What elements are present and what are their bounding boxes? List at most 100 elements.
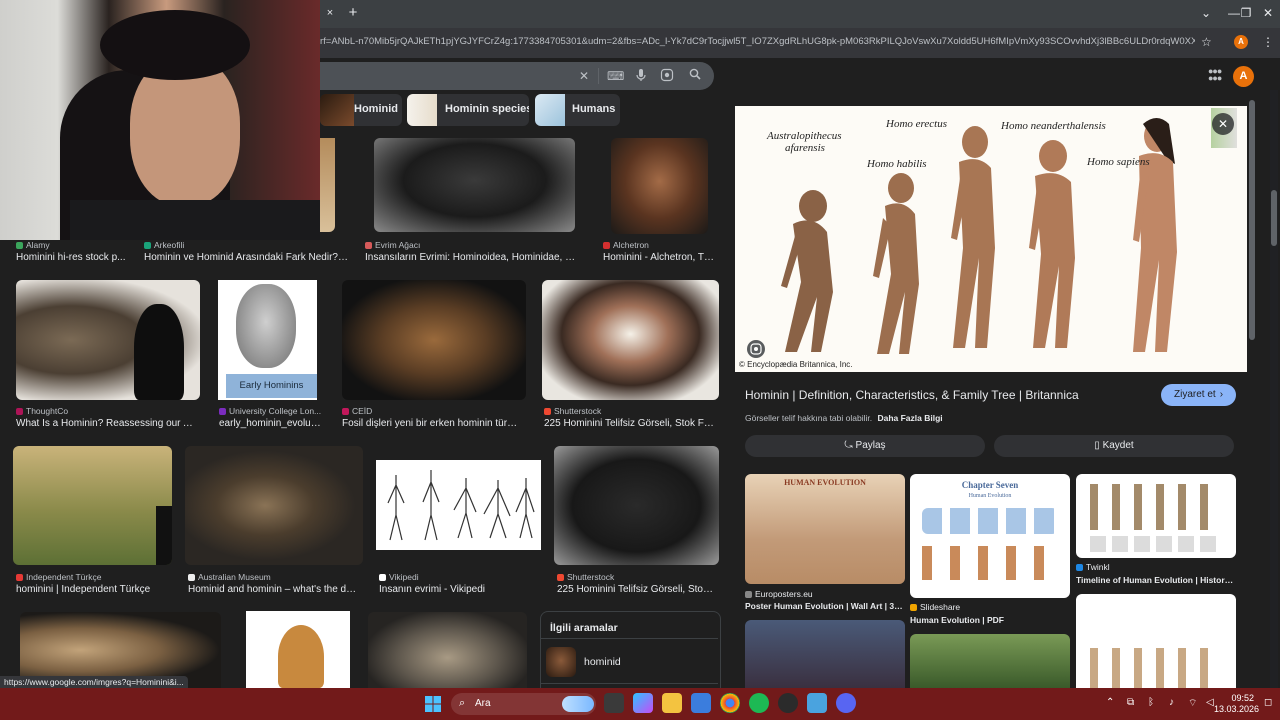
result-title[interactable]: Hominin ve Hominid Arasındaki Fark Nedir… <box>144 252 348 263</box>
similar-image[interactable] <box>745 620 905 688</box>
similar-title[interactable]: Timeline of Human Evolution | History &.… <box>1076 575 1236 585</box>
search-input[interactable] <box>320 62 714 90</box>
close-window-button[interactable]: ✕ <box>1258 5 1278 21</box>
close-panel-button[interactable]: ✕ <box>1212 113 1234 135</box>
similar-image[interactable] <box>910 634 1070 688</box>
mic-icon[interactable] <box>633 68 649 84</box>
chevron-down-icon[interactable]: ⌄ <box>1196 5 1216 21</box>
more-info-link[interactable]: Daha Fazla Bilgi <box>877 413 942 423</box>
clear-icon[interactable]: ✕ <box>576 68 592 84</box>
chip-hominin-species[interactable]: Hominin species <box>407 94 529 126</box>
url-field[interactable]: rf=ANbL-n70Mib5jrQAJkETh1pjYGJYFCrZ4g:17… <box>320 36 1195 50</box>
similar-image[interactable] <box>1076 594 1236 688</box>
result-image[interactable] <box>320 138 335 232</box>
figure-drawing <box>278 625 324 688</box>
similar-source: Slideshare <box>910 602 1060 612</box>
obs-icon[interactable] <box>807 693 827 713</box>
result-image[interactable] <box>376 460 541 550</box>
similar-image[interactable] <box>1076 474 1236 558</box>
new-tab-button[interactable]: + <box>346 5 360 21</box>
result-source: Shutterstock <box>544 406 664 416</box>
visit-button[interactable]: Ziyaret et › <box>1161 384 1236 406</box>
volume-icon[interactable]: ◁ <box>1206 697 1214 708</box>
chip-label: Humans <box>572 103 616 115</box>
mic-icon[interactable]: ♪ <box>1169 697 1174 708</box>
share-button[interactable]: ⤿ Paylaş <box>745 435 985 457</box>
chip-hominid[interactable]: Hominid <box>320 94 402 126</box>
preview-image[interactable]: Australopithecus afarensis Homo habilis … <box>735 106 1247 372</box>
file-explorer-icon[interactable] <box>662 693 682 713</box>
search-icon[interactable] <box>687 68 703 84</box>
save-button[interactable]: ▯ Kaydet <box>994 435 1234 457</box>
account-avatar[interactable]: A <box>1233 66 1254 87</box>
result-image[interactable] <box>342 280 526 400</box>
notification-icon[interactable]: ◻ <box>1264 697 1272 708</box>
result-image[interactable] <box>246 611 350 688</box>
bluetooth-icon[interactable]: ᛒ <box>1148 697 1154 708</box>
result-title[interactable]: Hominini - Alchetron, Th... <box>603 252 717 263</box>
result-title[interactable]: What Is a Hominin? Reassessing our An... <box>16 418 198 429</box>
similar-title[interactable]: Human Evolution | PDF <box>910 615 1070 625</box>
menu-icon[interactable]: ⋮ <box>1262 34 1274 50</box>
restore-button[interactable]: ❐ <box>1236 5 1256 21</box>
visit-label: Ziyaret et <box>1174 389 1216 400</box>
save-label: Kaydet <box>1102 440 1134 451</box>
chevron-up-icon[interactable]: ⌃ <box>1106 697 1114 708</box>
result-image[interactable] <box>374 138 575 232</box>
skulls-row <box>1090 536 1222 552</box>
windows-start-icon[interactable] <box>425 696 441 712</box>
result-image[interactable] <box>611 138 708 234</box>
result-source: University College Lon... <box>219 406 323 416</box>
related-item-hominid[interactable]: hominid <box>584 656 621 668</box>
related-thumbnail <box>546 647 576 677</box>
network-icon[interactable]: ⧉ <box>1127 697 1134 708</box>
copyright-text: Görseller telif hakkına tabi olabilir. <box>745 413 873 423</box>
discord-icon[interactable] <box>836 693 856 713</box>
similar-image[interactable]: Chapter Seven Human Evolution <box>910 474 1070 598</box>
result-image[interactable] <box>16 280 200 400</box>
store-icon[interactable] <box>691 693 711 713</box>
star-icon[interactable]: ☆ <box>1201 35 1215 49</box>
chip-label: Hominin species <box>445 103 529 115</box>
result-title[interactable]: early_hominin_evoluti... <box>219 418 323 429</box>
result-title[interactable]: 225 Hominini Telifsiz Görseli, Stok ... <box>557 584 717 595</box>
result-title[interactable]: Hominini hi-res stock p... <box>16 252 134 263</box>
result-source: ThoughtCo <box>16 406 136 416</box>
clock[interactable]: 09:52 13.03.2026 <box>1214 693 1259 715</box>
steam-icon[interactable] <box>778 693 798 713</box>
result-source: Alamy <box>16 240 136 250</box>
panel-scrollbar[interactable] <box>1249 100 1255 340</box>
figures-row <box>1090 484 1222 530</box>
result-title[interactable]: Hominid and hominin – what's the diff... <box>188 584 358 595</box>
result-image[interactable] <box>368 612 527 688</box>
chip-humans[interactable]: Humans <box>535 94 620 126</box>
widgets-icon[interactable] <box>633 693 653 713</box>
result-title[interactable]: hominini | Independent Türkçe <box>16 584 176 595</box>
result-image[interactable] <box>542 280 719 400</box>
similar-image[interactable]: HUMAN EVOLUTION <box>745 474 905 584</box>
image-overlay-label: Early Hominins <box>226 374 317 398</box>
wifi-icon[interactable]: ⌔ <box>1188 697 1197 710</box>
result-title[interactable]: 225 Hominini Telifsiz Görseli, Stok Fot.… <box>544 418 718 429</box>
result-title[interactable]: Fosil dişleri yeni bir erken hominin tür… <box>342 418 522 429</box>
result-image[interactable]: Early Hominins <box>218 280 317 400</box>
lens-icon[interactable] <box>659 68 675 84</box>
lens-search-button[interactable] <box>747 340 765 358</box>
result-title[interactable]: İnsanın evrimi - Vikipedi <box>379 584 539 595</box>
result-image[interactable] <box>185 446 363 565</box>
task-view-icon[interactable] <box>604 693 624 713</box>
tab-close-button[interactable]: × <box>323 6 337 20</box>
result-image[interactable] <box>13 446 172 565</box>
spotify-icon[interactable] <box>749 693 769 713</box>
result-title[interactable]: İnsansıların Evrimi: Hominoidea, Hominid… <box>365 252 581 263</box>
keyboard-icon[interactable]: ⌨ <box>607 68 624 84</box>
similar-title[interactable]: Poster Human Evolution | Wall Art | 3+1.… <box>745 601 905 611</box>
chrome-icon[interactable] <box>720 693 740 713</box>
skeletons-drawing <box>387 470 535 541</box>
preview-title[interactable]: Hominin | Definition, Characteristics, &… <box>745 388 1145 402</box>
apps-icon[interactable]: ●●● ●●● <box>1208 67 1222 83</box>
result-source: Evrim Ağacı <box>365 240 565 250</box>
result-image[interactable] <box>554 446 719 565</box>
page-scrollbar-thumb[interactable] <box>1271 190 1277 246</box>
profile-avatar[interactable]: A <box>1234 35 1248 49</box>
